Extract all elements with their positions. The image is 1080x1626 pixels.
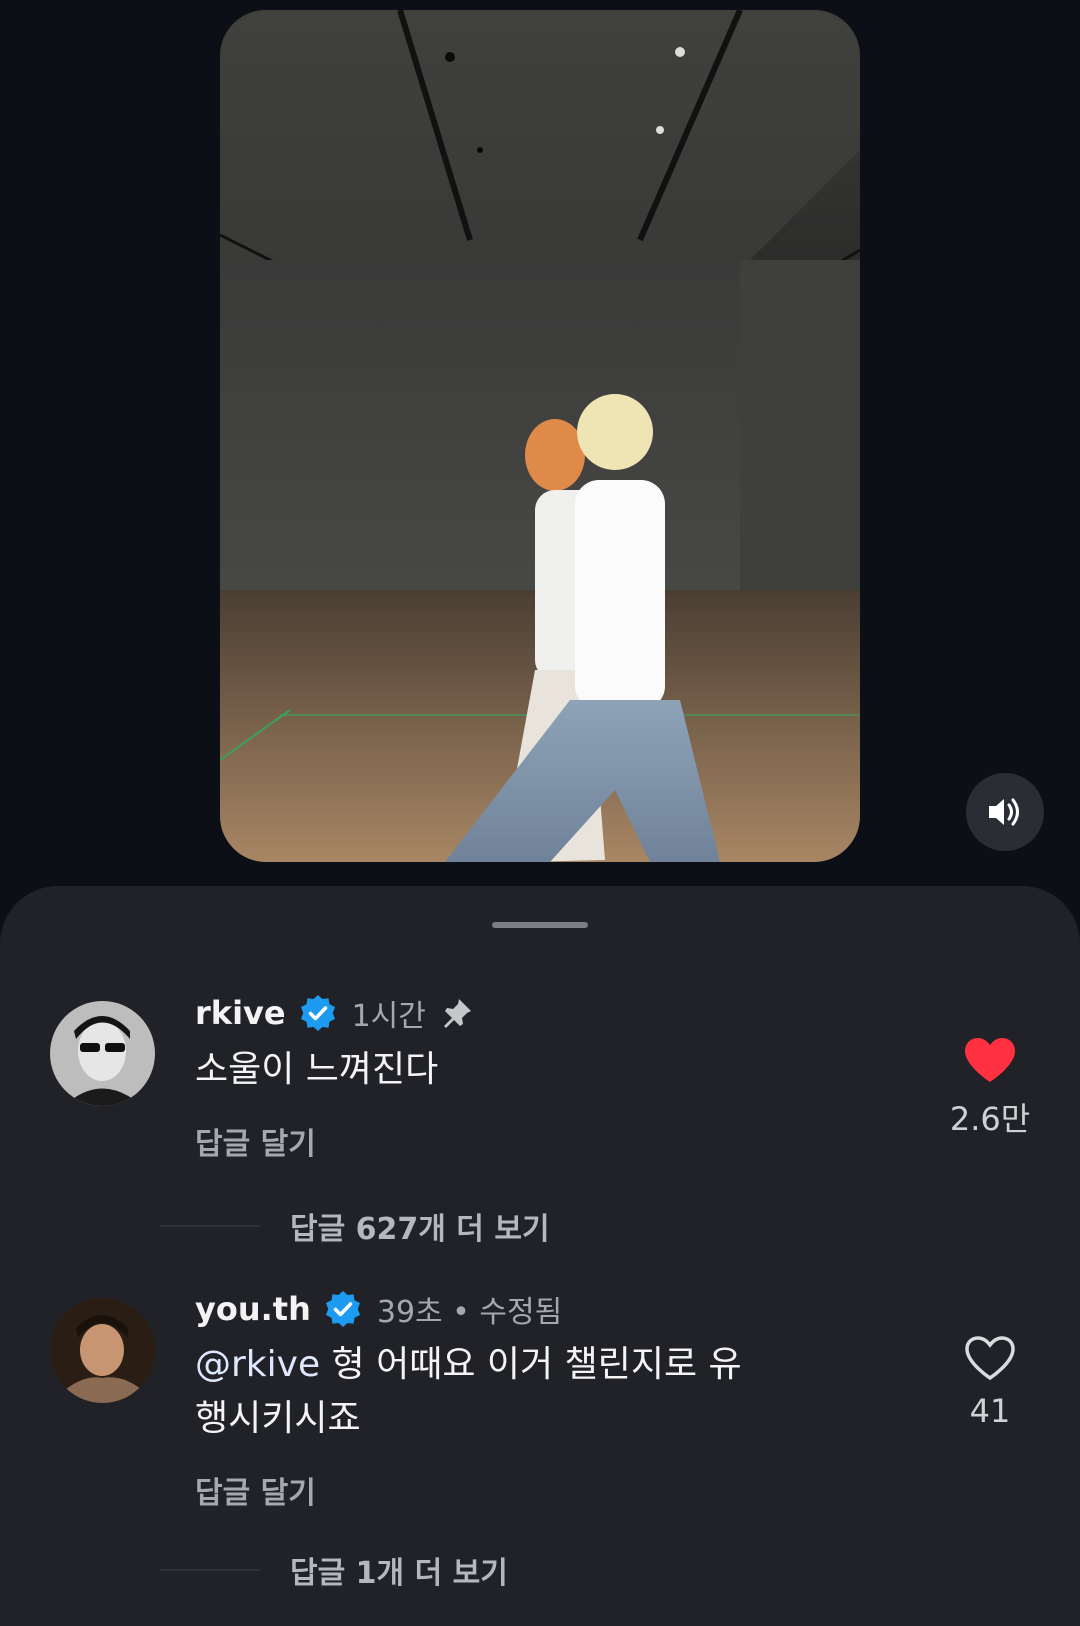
- comment-timestamp: 39초 • 수정됨: [376, 1295, 563, 1330]
- heart-outline-icon: [965, 1336, 1015, 1381]
- pin-icon: [443, 999, 471, 1028]
- video-frame: [220, 10, 860, 862]
- view-more-replies-button[interactable]: 답글 627개 더 보기: [160, 1204, 550, 1248]
- view-more-replies-button[interactable]: 답글 1개 더 보기: [160, 1548, 508, 1592]
- like-count: 41: [969, 1392, 1011, 1430]
- view-more-replies-label: 답글 627개 더 보기: [290, 1212, 550, 1247]
- heart-filled-icon: [965, 1038, 1015, 1082]
- avatar[interactable]: [50, 1001, 155, 1106]
- replies-divider: [160, 1569, 260, 1571]
- sound-toggle-button[interactable]: [966, 773, 1044, 851]
- speaker-icon: [989, 798, 1019, 826]
- like-button[interactable]: 2.6만: [940, 1036, 1040, 1140]
- reply-button[interactable]: 답글 달기: [195, 1119, 316, 1163]
- mention-link[interactable]: @rkive: [195, 1344, 320, 1385]
- replies-divider: [160, 1225, 260, 1227]
- comment-text: @rkive 형 어때요 이거 챌린지로 유행시키시죠: [195, 1338, 755, 1446]
- video-player[interactable]: [220, 10, 860, 862]
- comment-username[interactable]: rkive: [195, 994, 286, 1032]
- comments-sheet: rkive 1시간 소울이 느껴진다 답글 달기 2.6만 답글 627개 더 …: [0, 886, 1080, 1626]
- view-more-replies-label: 답글 1개 더 보기: [290, 1556, 508, 1591]
- verified-badge-icon: [300, 995, 335, 1031]
- verified-badge-icon: [325, 1291, 360, 1327]
- comment-username[interactable]: you.th: [195, 1290, 311, 1328]
- sheet-drag-handle[interactable]: [492, 922, 588, 928]
- comment-timestamp: 1시간: [351, 999, 426, 1034]
- like-button[interactable]: 41: [940, 1334, 1040, 1430]
- comment-text: 소울이 느껴진다: [195, 1049, 439, 1090]
- reply-button[interactable]: 답글 달기: [195, 1468, 316, 1512]
- avatar[interactable]: [50, 1298, 155, 1403]
- like-count: 2.6만: [949, 1100, 1031, 1138]
